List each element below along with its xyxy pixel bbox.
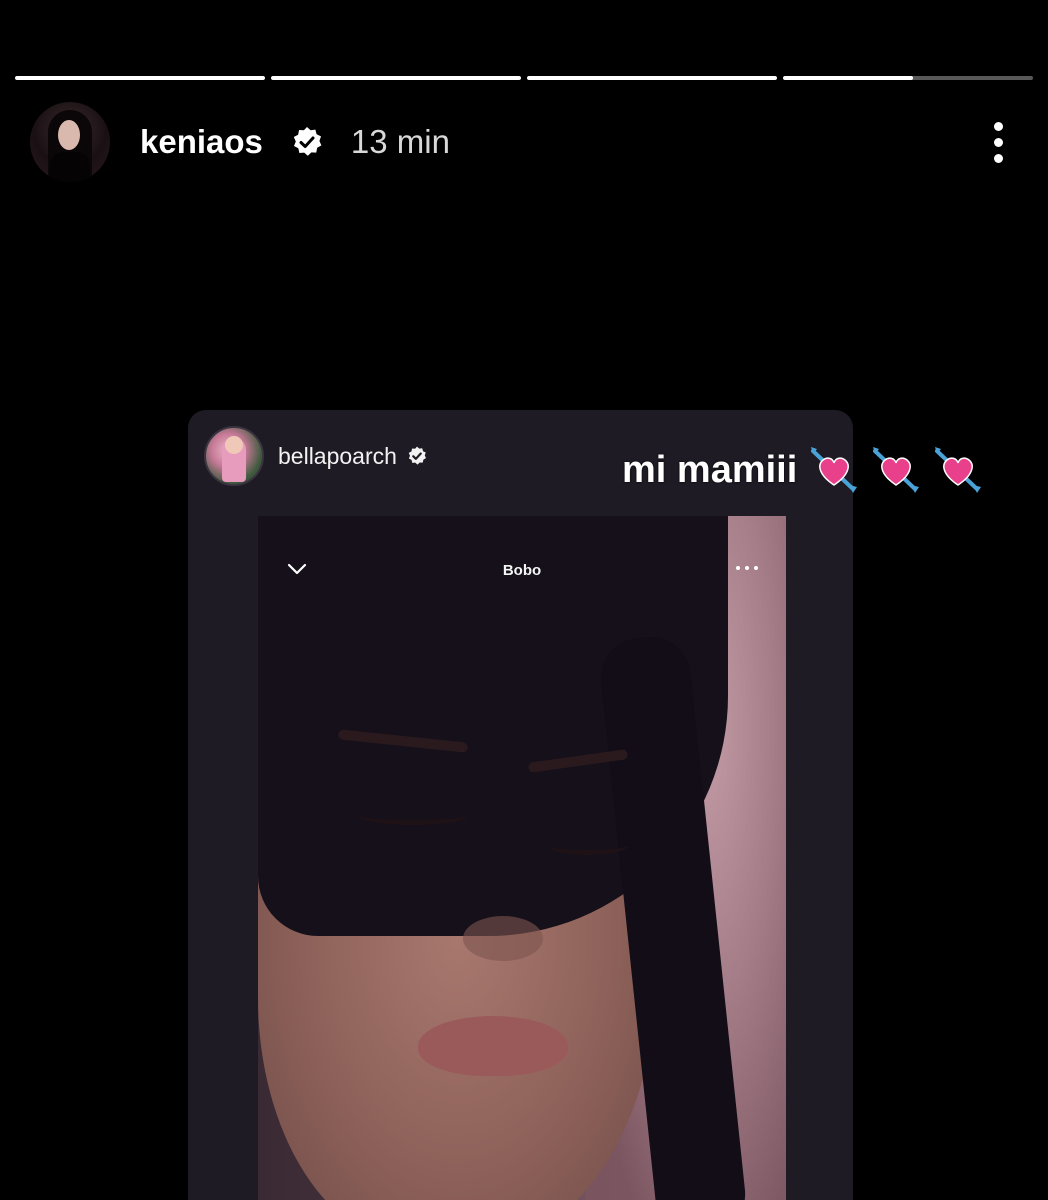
video-frame-lips [418,1016,568,1076]
heart-with-arrow-icon [811,447,858,493]
author-avatar[interactable] [30,102,110,182]
author-username[interactable]: keniaos [140,123,263,161]
caption-sticker[interactable]: mi mamiii [622,445,983,495]
shared-video-preview[interactable]: Bobo [258,516,786,1200]
shared-post-header: bellapoarch [204,426,427,486]
video-topbar: Bobo [258,556,786,586]
heart-with-arrow-icon [873,447,920,493]
more-options-button[interactable] [978,112,1018,172]
shared-post-avatar[interactable] [204,426,264,486]
story-progress-bars [15,76,1033,80]
more-icon [993,121,1003,131]
story-header: keniaos 13 min [30,102,1018,182]
progress-segment [15,76,265,80]
shared-post-username[interactable]: bellapoarch [278,443,397,470]
progress-segment [271,76,521,80]
story-timestamp: 13 min [350,123,450,160]
progress-segment [783,76,1033,80]
story-viewer[interactable]: keniaos 13 min bellapoarch Bobo mi mamii… [0,0,1048,1200]
verified-badge-icon [408,446,426,465]
progress-segment [527,76,777,80]
video-title: Bobo [502,562,542,579]
video-more-icon[interactable] [736,566,758,570]
caption-text: mi mamiii [622,448,798,491]
heart-with-arrow-icon [935,447,982,493]
shared-post-card[interactable]: bellapoarch Bobo [188,410,853,1200]
verified-badge-icon [293,127,322,156]
